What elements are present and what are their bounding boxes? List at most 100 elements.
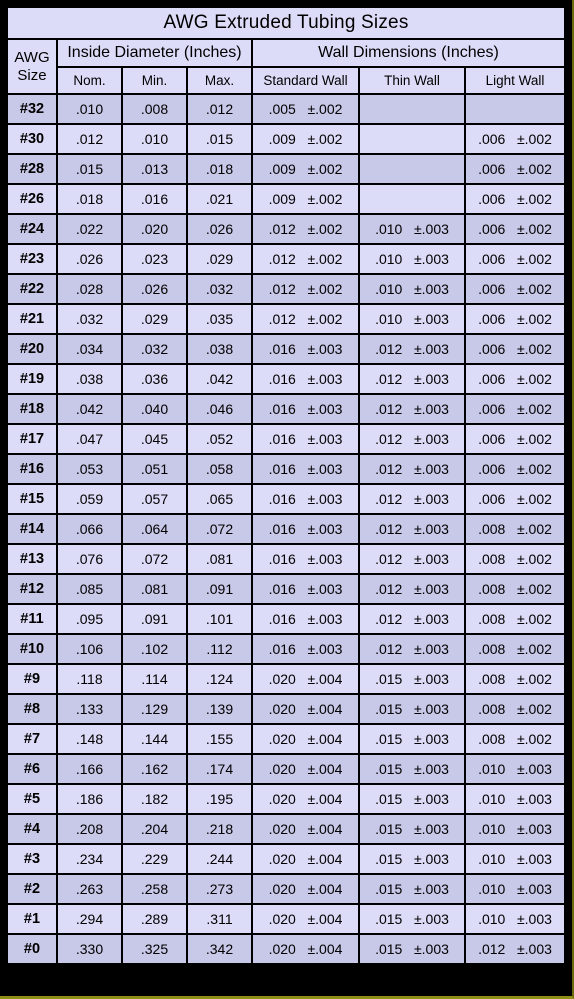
cell-maximum: .195 (186, 783, 253, 815)
column-header-awg-size: AWG Size (6, 38, 58, 95)
cell-thin-wall (358, 153, 466, 185)
cell-value: .012 ±.003 (375, 461, 449, 477)
cell-standard-wall: .016 ±.003 (251, 453, 360, 485)
cell-awg-size: #22 (6, 273, 58, 305)
cell-thin-wall: .015 ±.003 (358, 813, 466, 845)
cell-maximum: .311 (186, 903, 253, 935)
cell-value: .012 ±.003 (375, 521, 449, 537)
cell-light-wall: .006 ±.002 (464, 213, 566, 245)
cell-light-wall: .010 ±.003 (464, 813, 566, 845)
cell-light-wall: .006 ±.002 (464, 153, 566, 185)
cell-light-wall: .008 ±.002 (464, 633, 566, 665)
cell-value: .026 (140, 281, 169, 297)
cell-value: .006 ±.002 (478, 251, 552, 267)
cell-value: .016 ±.003 (268, 371, 343, 387)
cell-value: .015 ±.003 (375, 851, 449, 867)
cell-value: .022 (75, 221, 104, 237)
table-row: #30 .012 .010 .015 .009 ±.002 .006 ±.002 (6, 123, 566, 155)
cell-value: .006 ±.002 (478, 491, 552, 507)
cell-awg-size: #18 (6, 393, 58, 425)
cell-thin-wall: .012 ±.003 (358, 333, 466, 365)
cell-maximum: .021 (186, 183, 253, 215)
cell-value: .015 (75, 161, 104, 177)
cell-value: .006 ±.002 (478, 221, 552, 237)
cell-value: .008 (140, 101, 169, 117)
cell-awg-size: #23 (6, 243, 58, 275)
cell-maximum: .273 (186, 873, 253, 905)
cell-value: .006 ±.002 (478, 281, 552, 297)
table-body: AWG Extruded Tubing Sizes AWG Size Insid… (6, 6, 566, 95)
cell-value: .006 ±.002 (478, 431, 552, 447)
cell-nominal: .038 (56, 363, 123, 395)
cell-light-wall: .012 ±.003 (464, 933, 566, 965)
cell-nominal: .118 (56, 663, 123, 695)
table-row: #21 .032 .029 .035 .012 ±.002 .010 ±.003 .006 … (6, 303, 566, 335)
awg-size-label-line2: Size (17, 66, 47, 84)
cell-value: .006 ±.002 (478, 461, 552, 477)
cell-light-wall: .008 ±.002 (464, 513, 566, 545)
cell-value: .020 ±.004 (268, 851, 343, 867)
cell-value: .065 (205, 491, 234, 507)
cell-thin-wall: .015 ±.003 (358, 933, 466, 965)
cell-value: .008 ±.002 (478, 701, 552, 717)
cell-value: .342 (205, 941, 234, 957)
table-row: #3 .234 .229 .244 .020 ±.004 .015 ±.003 .010 ±… (6, 843, 566, 875)
cell-nominal: .076 (56, 543, 123, 575)
cell-standard-wall: .016 ±.003 (251, 513, 360, 545)
cell-value: .015 ±.003 (375, 761, 449, 777)
cell-value: .010 ±.003 (478, 761, 552, 777)
cell-value: .010 ±.003 (375, 281, 449, 297)
cell-value: .263 (75, 881, 104, 897)
cell-value: .009 ±.002 (268, 131, 343, 147)
cell-nominal: .263 (56, 873, 123, 905)
column-header-minimum: Min. (121, 66, 188, 95)
cell-value: .012 ±.003 (375, 491, 449, 507)
cell-maximum: .155 (186, 723, 253, 755)
cell-standard-wall: .016 ±.003 (251, 573, 360, 605)
cell-value: .016 ±.003 (268, 461, 343, 477)
cell-awg-size: #17 (6, 423, 58, 455)
cell-standard-wall: .005 ±.002 (251, 93, 360, 125)
cell-nominal: .095 (56, 603, 123, 635)
cell-minimum: .040 (121, 393, 188, 425)
cell-maximum: .244 (186, 843, 253, 875)
cell-nominal: .015 (56, 153, 123, 185)
cell-thin-wall: .012 ±.003 (358, 543, 466, 575)
cell-nominal: .186 (56, 783, 123, 815)
cell-awg-size: #28 (6, 153, 58, 185)
table-row: #26 .018 .016 .021 .009 ±.002 .006 ±.002 (6, 183, 566, 215)
cell-maximum: .072 (186, 513, 253, 545)
cell-light-wall: .010 ±.003 (464, 753, 566, 785)
cell-value: .045 (140, 431, 169, 447)
cell-value: .015 ±.003 (375, 671, 449, 687)
cell-light-wall (464, 93, 566, 125)
cell-value: .036 (140, 371, 169, 387)
cell-value: .042 (75, 401, 104, 417)
cell-value: .020 ±.004 (268, 671, 343, 687)
cell-thin-wall: .010 ±.003 (358, 273, 466, 305)
cell-value: .016 ±.003 (268, 431, 343, 447)
cell-standard-wall: .012 ±.002 (251, 243, 360, 275)
cell-value: .058 (205, 461, 234, 477)
cell-value: .016 ±.003 (268, 641, 343, 657)
cell-light-wall: .006 ±.002 (464, 183, 566, 215)
cell-light-wall: .006 ±.002 (464, 483, 566, 515)
cell-awg-size: #9 (6, 663, 58, 695)
cell-awg-size: #12 (6, 573, 58, 605)
cell-standard-wall: .016 ±.003 (251, 363, 360, 395)
cell-value: .020 ±.004 (268, 731, 343, 747)
cell-light-wall: .010 ±.003 (464, 783, 566, 815)
table-row: #7 .148 .144 .155 .020 ±.004 .015 ±.003 .008 ±… (6, 723, 566, 755)
table-row: #18 .042 .040 .046 .016 ±.003 .012 ±.003 .006 … (6, 393, 566, 425)
cell-thin-wall (358, 123, 466, 155)
cell-nominal: .032 (56, 303, 123, 335)
cell-value: .311 (206, 911, 233, 927)
cell-minimum: .289 (121, 903, 188, 935)
cell-value: .009 ±.002 (268, 191, 343, 207)
cell-value: .026 (75, 251, 104, 267)
cell-nominal: .059 (56, 483, 123, 515)
cell-value: .029 (205, 251, 234, 267)
cell-maximum: .101 (186, 603, 253, 635)
cell-value: .018 (205, 161, 234, 177)
cell-nominal: .053 (56, 453, 123, 485)
